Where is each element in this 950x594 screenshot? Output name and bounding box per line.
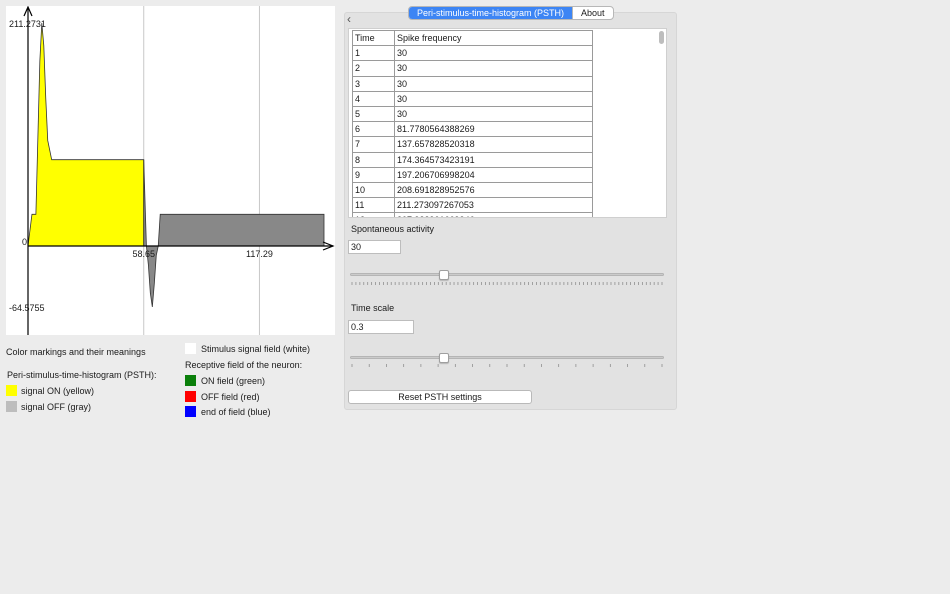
time-cell: 8	[352, 151, 395, 168]
spontaneous-activity-slider-thumb[interactable]	[439, 270, 450, 280]
time-cell: 5	[352, 105, 395, 123]
signal-on-label: signal ON (yellow)	[21, 386, 95, 396]
signal-on-area	[27, 22, 145, 247]
table-row[interactable]: 1 30	[352, 45, 593, 62]
time-cell: 11	[352, 197, 395, 214]
tab-about[interactable]: About	[572, 7, 613, 19]
end-field-label: end of field (blue)	[201, 407, 271, 417]
signal-on-swatch	[6, 385, 17, 396]
spontaneous-activity-slider-ticks	[351, 282, 663, 285]
spike-frequency-cell: 30	[394, 90, 593, 107]
spontaneous-activity-input[interactable]: 30	[348, 240, 401, 254]
back-chevron-icon[interactable]: ‹	[347, 13, 355, 25]
spike-frequency-cell: 197.206706998204	[394, 166, 593, 183]
time-cell: 10	[352, 181, 395, 199]
signal-off-area	[143, 159, 325, 308]
stimulus-label: Stimulus signal field (white)	[201, 344, 311, 354]
psth-plot: 211.2731 0 -64.5755 58.65 117.29	[9, 6, 335, 335]
spike-frequency-cell: 30	[394, 45, 593, 62]
spike-frequency-cell: 208.691828952576	[394, 181, 593, 199]
time-cell: 3	[352, 75, 395, 92]
table-row[interactable]: 7 137.657828520318	[352, 136, 593, 153]
off-field-label: OFF field (red)	[201, 392, 260, 402]
psth-chart: 211.2731 0 -64.5755 58.65 117.29	[6, 6, 335, 335]
on-field-swatch	[185, 375, 196, 386]
table-row[interactable]: 10 208.691828952576	[352, 181, 593, 199]
column-header-time[interactable]: Time	[352, 29, 395, 47]
time-cell: 7	[352, 136, 395, 153]
reset-psth-settings-button[interactable]: Reset PSTH settings	[348, 390, 532, 404]
time-scale-slider-ticks	[351, 364, 663, 367]
table-row[interactable]: 5 30	[352, 105, 593, 123]
time-cell: 4	[352, 90, 395, 107]
receptive-field-title: Receptive field of the neuron:	[185, 360, 303, 370]
y-min-label: -64.5755	[9, 303, 45, 313]
time-cell: 9	[352, 166, 395, 183]
spike-frequency-cell: 81.7780564388269	[394, 121, 593, 138]
x-tick-label: 58.65	[132, 249, 155, 259]
spike-frequency-cell: 174.364573423191	[394, 151, 593, 168]
on-field-label: ON field (green)	[201, 376, 266, 386]
spike-frequency-cell: 137.657828520318	[394, 136, 593, 153]
spike-frequency-table: Time Spike frequency 1 30 2 30 3 30 4 30 5 30 6 81.…	[352, 29, 593, 217]
legend-psth-title: Peri-stimulus-time-histogram (PSTH):	[7, 370, 157, 380]
table-row[interactable]: 2 30	[352, 60, 593, 77]
table-row[interactable]: 8 174.364573423191	[352, 151, 593, 168]
tab-psth[interactable]: Peri-stimulus-time-histogram (PSTH)	[409, 7, 573, 19]
table-row[interactable]: 11 211.273097267053	[352, 197, 593, 214]
time-scale-slider-track[interactable]	[350, 356, 664, 359]
spike-frequency-table-view[interactable]: Time Spike frequency 1 30 2 30 3 30 4 30 5 30 6 81.…	[348, 28, 667, 218]
spike-frequency-cell: 30	[394, 105, 593, 123]
time-scale-label: Time scale	[351, 303, 395, 313]
table-row[interactable]: 6 81.7780564388269	[352, 121, 593, 138]
legend-title: Color markings and their meanings	[6, 347, 146, 357]
spontaneous-activity-slider-track[interactable]	[350, 273, 664, 276]
time-cell: 12	[352, 212, 395, 217]
table-scrollbar[interactable]	[659, 31, 664, 44]
spike-frequency-cell: 207.933901669946	[394, 212, 593, 217]
table-row[interactable]: 4 30	[352, 90, 593, 107]
end-field-swatch	[185, 406, 196, 417]
time-cell: 2	[352, 60, 395, 77]
time-scale-slider-thumb[interactable]	[439, 353, 450, 363]
off-field-swatch	[185, 391, 196, 402]
column-header-spike-frequency[interactable]: Spike frequency	[394, 29, 593, 47]
table-header-row: Time Spike frequency	[352, 29, 593, 47]
table-row[interactable]: 9 197.206706998204	[352, 166, 593, 183]
table-row[interactable]: 3 30	[352, 75, 593, 92]
tab-bar: Peri-stimulus-time-histogram (PSTH) Abou…	[408, 6, 614, 20]
spontaneous-activity-label: Spontaneous activity	[351, 224, 435, 234]
signal-off-label: signal OFF (gray)	[21, 402, 92, 412]
spike-frequency-cell: 30	[394, 75, 593, 92]
table-row[interactable]: 12207.933901669946	[352, 212, 593, 217]
stimulus-swatch	[185, 343, 196, 354]
y-zero-label: 0	[22, 237, 27, 247]
signal-off-swatch	[6, 401, 17, 412]
time-scale-input[interactable]: 0.3	[348, 320, 414, 334]
time-cell: 1	[352, 45, 395, 62]
y-max-label: 211.2731	[9, 19, 46, 29]
time-cell: 6	[352, 121, 395, 138]
spike-frequency-cell: 211.273097267053	[394, 197, 593, 214]
x-tick-label: 117.29	[246, 249, 273, 259]
spike-frequency-cell: 30	[394, 60, 593, 77]
